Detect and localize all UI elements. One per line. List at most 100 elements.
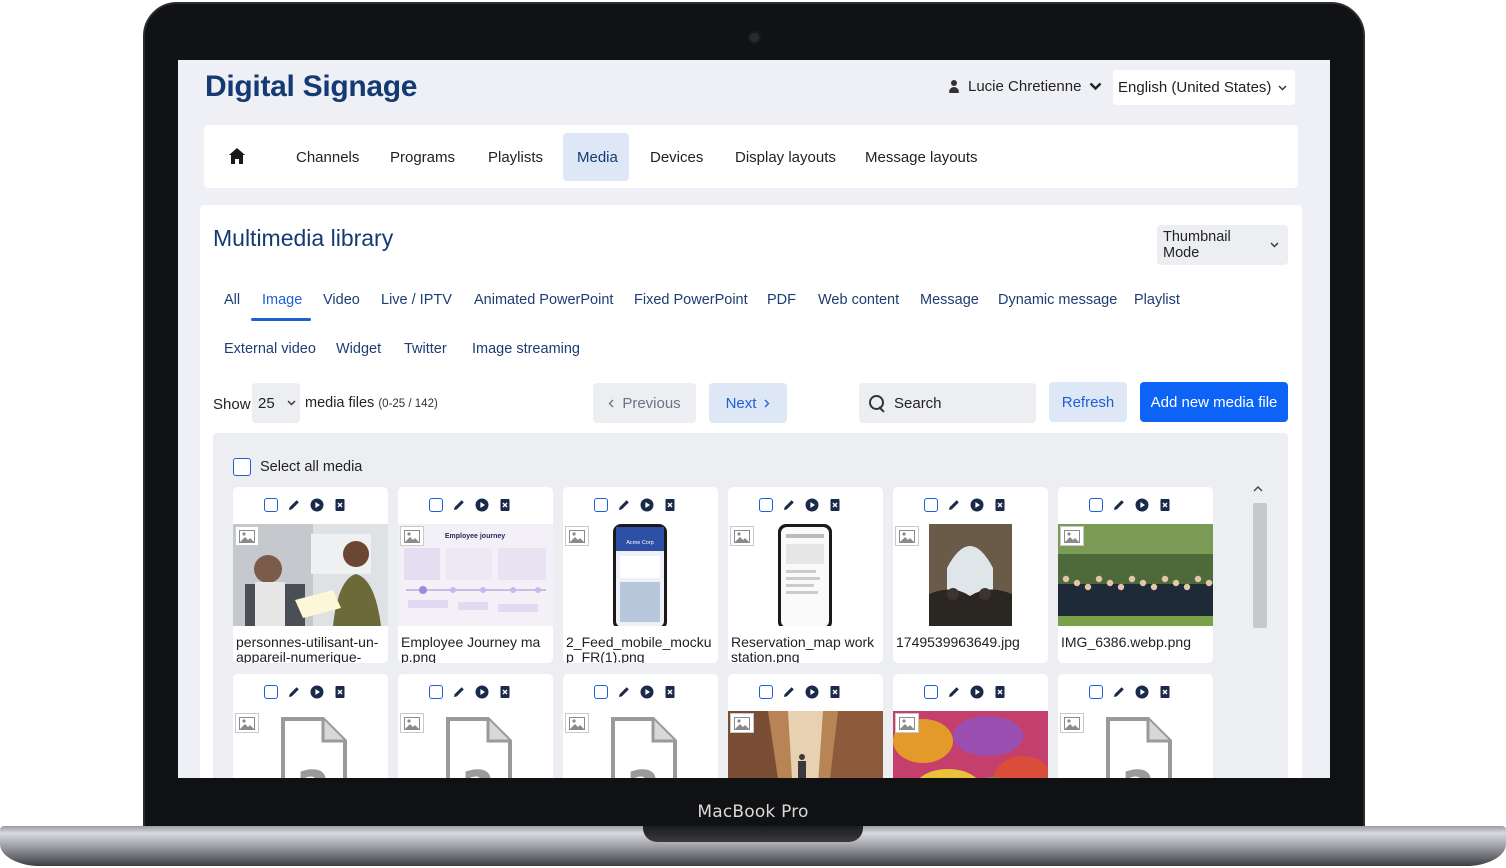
tab-playlist[interactable]: Playlist	[1134, 292, 1180, 308]
play-icon[interactable]	[310, 685, 324, 699]
media-card[interactable]: Acme Corp 2_Feed_mobile_mockup_FR(1).png	[563, 487, 718, 663]
delete-icon[interactable]	[828, 498, 842, 512]
tab-dynamic-message[interactable]: Dynamic message	[998, 292, 1117, 308]
next-button[interactable]: Next	[709, 383, 787, 423]
media-thumbnail[interactable]	[893, 711, 1048, 778]
item-checkbox[interactable]	[1089, 685, 1103, 699]
item-checkbox[interactable]	[429, 498, 443, 512]
pencil-icon[interactable]	[947, 498, 961, 512]
delete-icon[interactable]	[498, 498, 512, 512]
pencil-icon[interactable]	[617, 685, 631, 699]
pencil-icon[interactable]	[287, 498, 301, 512]
user-menu[interactable]: Lucie Chretienne	[948, 78, 1102, 95]
nav-channels[interactable]: Channels	[282, 133, 373, 181]
media-card[interactable]: ?	[1058, 674, 1213, 778]
delete-icon[interactable]	[993, 498, 1007, 512]
play-icon[interactable]	[640, 685, 654, 699]
play-icon[interactable]	[310, 498, 324, 512]
play-icon[interactable]	[475, 685, 489, 699]
media-thumbnail[interactable]: ?	[233, 711, 388, 778]
pencil-icon[interactable]	[1112, 685, 1126, 699]
nav-devices[interactable]: Devices	[636, 133, 717, 181]
play-icon[interactable]	[1135, 685, 1149, 699]
media-thumbnail[interactable]: ?	[1058, 711, 1213, 778]
delete-icon[interactable]	[1158, 498, 1172, 512]
pencil-icon[interactable]	[782, 685, 796, 699]
item-checkbox[interactable]	[924, 685, 938, 699]
media-thumbnail[interactable]: Acme Corp	[563, 524, 718, 626]
item-checkbox[interactable]	[594, 498, 608, 512]
media-card[interactable]: ?	[398, 674, 553, 778]
item-checkbox[interactable]	[594, 685, 608, 699]
add-media-button[interactable]: Add new media file	[1140, 382, 1288, 422]
tab-live-iptv[interactable]: Live / IPTV	[381, 292, 452, 308]
media-card[interactable]: Employee journey Employee Journey map.pn…	[398, 487, 553, 663]
play-icon[interactable]	[475, 498, 489, 512]
page-size-select[interactable]: 25	[252, 383, 300, 423]
select-all[interactable]: Select all media	[233, 458, 362, 476]
language-select[interactable]: English (United States)	[1113, 70, 1295, 105]
delete-icon[interactable]	[663, 685, 677, 699]
scrollbar[interactable]	[1250, 483, 1267, 633]
tab-widget[interactable]: Widget	[336, 341, 381, 357]
media-thumbnail[interactable]	[233, 524, 388, 626]
delete-icon[interactable]	[498, 685, 512, 699]
tab-all[interactable]: All	[224, 292, 240, 308]
play-icon[interactable]	[1135, 498, 1149, 512]
nav-programs[interactable]: Programs	[376, 133, 469, 181]
pencil-icon[interactable]	[452, 685, 466, 699]
media-card[interactable]	[893, 674, 1048, 778]
home-icon[interactable]	[228, 147, 246, 165]
scrollbar-thumb[interactable]	[1253, 503, 1267, 628]
pencil-icon[interactable]	[947, 685, 961, 699]
item-checkbox[interactable]	[1089, 498, 1103, 512]
media-card[interactable]: IMG_6386.webp.png	[1058, 487, 1213, 663]
play-icon[interactable]	[970, 685, 984, 699]
play-icon[interactable]	[805, 685, 819, 699]
tab-image-streaming[interactable]: Image streaming	[472, 341, 580, 357]
tab-message[interactable]: Message	[920, 292, 979, 308]
select-all-checkbox[interactable]	[233, 458, 251, 476]
nav-media[interactable]: Media	[563, 133, 629, 181]
pencil-icon[interactable]	[1112, 498, 1126, 512]
play-icon[interactable]	[970, 498, 984, 512]
media-card[interactable]: ?	[563, 674, 718, 778]
tab-video[interactable]: Video	[323, 292, 360, 308]
pencil-icon[interactable]	[287, 685, 301, 699]
media-card[interactable]: personnes-utilisant-un-appareil-numeriqu…	[233, 487, 388, 663]
nav-message-layouts[interactable]: Message layouts	[851, 133, 992, 181]
pencil-icon[interactable]	[782, 498, 796, 512]
media-thumbnail[interactable]: Employee journey	[398, 524, 553, 626]
pencil-icon[interactable]	[452, 498, 466, 512]
chevron-up-icon[interactable]	[1253, 485, 1263, 492]
media-thumbnail[interactable]: ?	[398, 711, 553, 778]
media-card[interactable]: ?	[233, 674, 388, 778]
delete-icon[interactable]	[333, 498, 347, 512]
item-checkbox[interactable]	[264, 685, 278, 699]
media-card[interactable]: Reservation_map workstation.png	[728, 487, 883, 663]
tab-animated-powerpoint[interactable]: Animated PowerPoint	[474, 292, 613, 308]
delete-icon[interactable]	[333, 685, 347, 699]
tab-external-video[interactable]: External video	[224, 341, 316, 357]
media-card[interactable]: 1749539963649.jpg	[893, 487, 1048, 663]
tab-twitter[interactable]: Twitter	[404, 341, 447, 357]
delete-icon[interactable]	[663, 498, 677, 512]
media-thumbnail[interactable]	[728, 524, 883, 626]
media-thumbnail[interactable]	[1058, 524, 1213, 626]
play-icon[interactable]	[640, 498, 654, 512]
tab-image[interactable]: Image	[262, 292, 302, 308]
media-card[interactable]	[728, 674, 883, 778]
pencil-icon[interactable]	[617, 498, 631, 512]
tab-pdf[interactable]: PDF	[767, 292, 796, 308]
view-mode-select[interactable]: Thumbnail Mode	[1157, 225, 1288, 265]
item-checkbox[interactable]	[924, 498, 938, 512]
delete-icon[interactable]	[993, 685, 1007, 699]
tab-fixed-powerpoint[interactable]: Fixed PowerPoint	[634, 292, 748, 308]
play-icon[interactable]	[805, 498, 819, 512]
nav-playlists[interactable]: Playlists	[474, 133, 557, 181]
item-checkbox[interactable]	[759, 685, 773, 699]
delete-icon[interactable]	[1158, 685, 1172, 699]
refresh-button[interactable]: Refresh	[1049, 382, 1127, 422]
tab-web-content[interactable]: Web content	[818, 292, 899, 308]
item-checkbox[interactable]	[759, 498, 773, 512]
